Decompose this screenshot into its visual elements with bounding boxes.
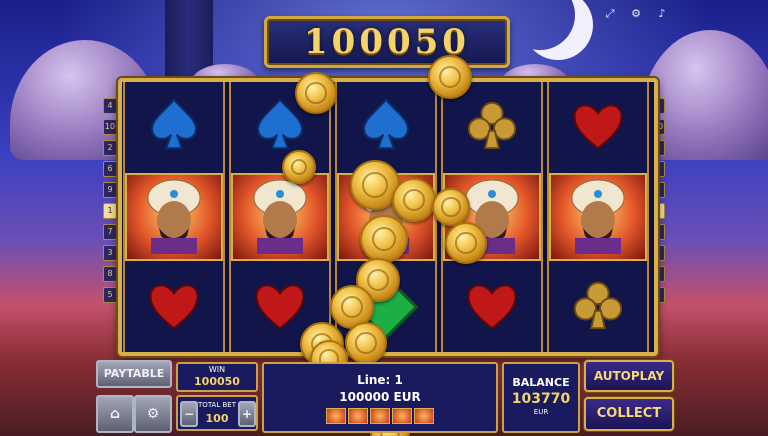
fullscreen-icon[interactable]: ⤢ [604, 8, 616, 20]
settings-icon[interactable]: ⚙ [630, 8, 642, 20]
total-bet-box: − TOTAL BET 100 + [176, 395, 258, 431]
gold-coin [428, 55, 472, 99]
reel-column [229, 82, 331, 352]
reel-symbol-portrait-sultan [231, 173, 329, 261]
line-number[interactable]: 10 [103, 119, 117, 135]
reel-symbol-portrait-sultan [549, 173, 647, 261]
line-number[interactable]: 2 [103, 140, 117, 156]
win-box: WIN 100050 [176, 362, 258, 392]
reel-symbol-red-heart [125, 263, 223, 351]
reel-symbol-portrait-sultan [125, 173, 223, 261]
game-stage: ▭ ⤢ ⚙ ♪ 100050 4 10 2 6 9 1 7 3 8 5 4 10 2 6 9 1 7 3 8 5 P… [0, 0, 768, 436]
balance-currency: EUR [533, 408, 549, 416]
line-symbol-icon [326, 408, 346, 424]
line-symbol-icon [348, 408, 368, 424]
gold-coin [432, 188, 470, 226]
reel-symbol-red-heart [443, 263, 541, 351]
home-button[interactable]: ⌂ [96, 395, 134, 433]
line-number[interactable]: 4 [103, 98, 117, 114]
line-win-box: Line: 1 100000 EUR [262, 362, 498, 433]
line-number[interactable]: 1 [103, 203, 117, 219]
line-amount: 100000 EUR [339, 390, 421, 404]
gold-coin [282, 150, 316, 184]
gold-coin [295, 72, 337, 114]
gold-coin [360, 215, 408, 263]
line-number[interactable]: 5 [103, 287, 117, 303]
autoplay-button[interactable]: AUTOPLAY [584, 360, 674, 392]
line-symbol-icon [414, 408, 434, 424]
reel-column [547, 82, 649, 352]
reel-symbol-blue-spade [125, 83, 223, 171]
menu-icon[interactable]: ▭ [578, 8, 590, 20]
control-panel: PAYTABLE ⌂ ⚙ WIN 100050 − TOTAL BET 100 … [0, 355, 768, 436]
reel-symbol-blue-spade [337, 83, 435, 171]
balance-box: BALANCE 103770 EUR [502, 362, 580, 433]
win-banner: 100050 [264, 16, 510, 68]
gear-icon: ⚙ [146, 406, 160, 422]
total-bet-value: 100 [205, 412, 229, 425]
line-symbol-icon [392, 408, 412, 424]
reel-symbol-red-heart [549, 83, 647, 171]
line-number[interactable]: 3 [103, 245, 117, 261]
gold-coin [445, 222, 487, 264]
total-bet-label: TOTAL BET [198, 401, 236, 409]
line-number[interactable]: 7 [103, 224, 117, 240]
sound-icon[interactable]: ♪ [656, 8, 668, 20]
line-symbol-icon [370, 408, 390, 424]
win-label: WIN [208, 365, 226, 374]
line-number[interactable]: 6 [103, 161, 117, 177]
reel-symbol-gold-club [549, 263, 647, 351]
collect-button[interactable]: COLLECT [584, 397, 674, 431]
line-text: Line: 1 [357, 373, 403, 387]
settings-button[interactable]: ⚙ [134, 395, 172, 433]
bet-increase-button[interactable]: + [238, 401, 256, 427]
balance-value: 103770 [511, 391, 571, 407]
line-number[interactable]: 8 [103, 266, 117, 282]
reel-column [123, 82, 225, 352]
balance-label: BALANCE [512, 376, 570, 389]
line-numbers-left: 4 10 2 6 9 1 7 3 8 5 [103, 98, 117, 303]
window-controls: ▭ ⤢ ⚙ ♪ [578, 8, 668, 20]
home-icon: ⌂ [109, 406, 121, 422]
paytable-button[interactable]: PAYTABLE [96, 360, 172, 388]
win-value: 100050 [194, 375, 240, 388]
line-number[interactable]: 9 [103, 182, 117, 198]
gold-coin [392, 178, 436, 222]
line-symbol-icons [264, 408, 496, 428]
